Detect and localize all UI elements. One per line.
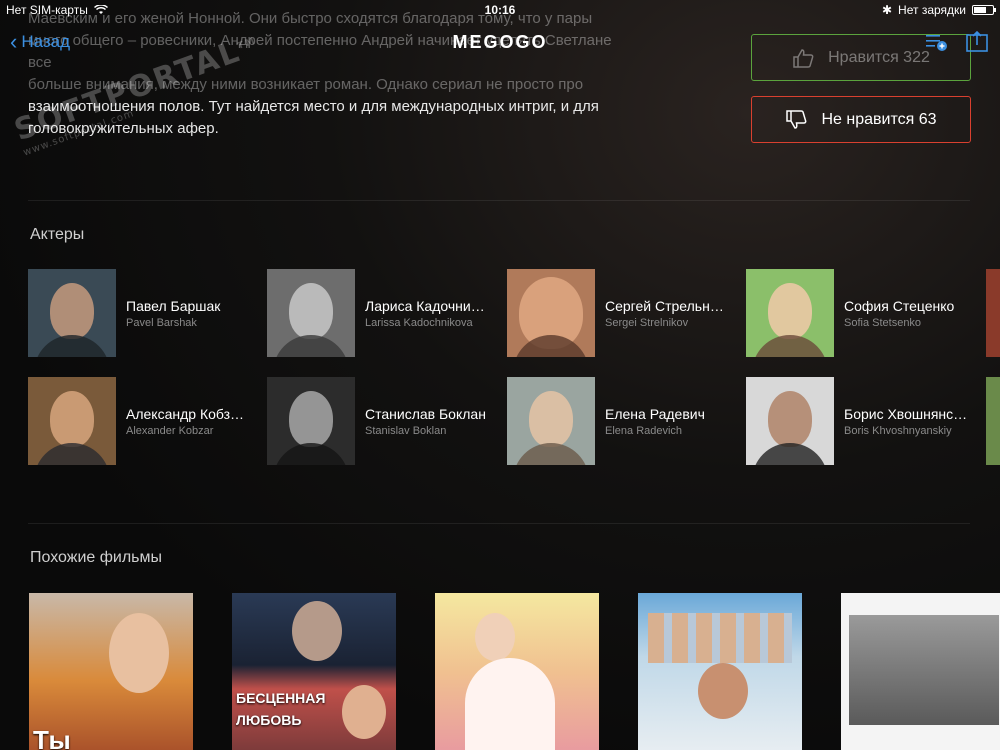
- actor-name: Лариса Кадочникова: [365, 297, 490, 314]
- actor-card[interactable]: Сергей Стрельников Sergei Strelnikov: [507, 269, 737, 357]
- actor-photo: [507, 269, 595, 357]
- actor-card[interactable]: Станислав Боклан Stanislav Boklan: [267, 377, 497, 465]
- dislike-label: Не нравится 63: [821, 110, 937, 128]
- actor-card[interactable]: София Стеценко Sofia Stetsenko: [746, 269, 976, 357]
- section-divider: [28, 200, 970, 201]
- actor-photo: [746, 377, 834, 465]
- actor-name: Александр Кобзарь: [126, 405, 251, 422]
- film-poster[interactable]: [841, 593, 1000, 750]
- poster-figure: [292, 601, 342, 661]
- back-button[interactable]: ‹ Назад: [10, 31, 70, 53]
- actor-card[interactable]: Александр Кобзарь Alexander Kobzar: [28, 377, 258, 465]
- actor-photo: [28, 269, 116, 357]
- actors-section-title: Актеры: [30, 226, 85, 243]
- poster-title: БЕСЦЕННАЯ ЛЮБОВЬ: [236, 690, 326, 728]
- poster-figure: [465, 658, 555, 750]
- actor-photo: [507, 377, 595, 465]
- description-line: взаимоотношения полов. Тут найдется мест…: [28, 98, 599, 115]
- actor-photo: [267, 269, 355, 357]
- actor-latin-name: Elena Radevich: [605, 424, 683, 437]
- status-time: 10:16: [484, 3, 516, 17]
- actor-photo: [746, 269, 834, 357]
- actor-latin-name: Alexander Kobzar: [126, 424, 214, 437]
- actor-latin-name: Boris Khvoshnyanskiy: [844, 424, 952, 437]
- charging-label: Нет зарядки: [898, 3, 966, 17]
- carrier-label: Нет SIM-карты: [6, 3, 88, 17]
- navigation-bar: ‹ Назад MEGOGO: [0, 20, 1000, 64]
- actor-photo: [267, 377, 355, 465]
- actor-latin-name: Larissa Kadochnikova: [365, 316, 473, 329]
- actor-card[interactable]: Борис Хвошнянский Boris Khvoshnyanskiy: [746, 377, 976, 465]
- dislike-button[interactable]: Не нравится 63: [751, 96, 971, 143]
- status-left: Нет SIM-карты: [6, 3, 108, 17]
- actor-name: Сергей Стрельников: [605, 297, 730, 314]
- actor-latin-name: Sergei Strelnikov: [605, 316, 689, 329]
- wifi-icon: [93, 5, 108, 14]
- actor-name: Станислав Боклан: [365, 405, 486, 422]
- actor-latin-name: Pavel Barshak: [126, 316, 197, 329]
- poster-title: Ты: [33, 725, 71, 750]
- share-icon[interactable]: [964, 30, 990, 54]
- description-line: головокружительных афер.: [28, 120, 219, 137]
- actor-name: София Стеценко: [844, 297, 955, 314]
- section-divider: [28, 523, 970, 524]
- film-poster[interactable]: Ты: [29, 593, 193, 750]
- status-right: ✱ Нет зарядки: [881, 3, 996, 17]
- film-poster[interactable]: БЕСЦЕННАЯ ЛЮБОВЬ: [232, 593, 396, 750]
- film-poster[interactable]: [435, 593, 599, 750]
- status-bar: Нет SIM-карты 10:16 ✱ Нет зарядки: [0, 0, 1000, 20]
- poster-figure: [475, 613, 515, 661]
- back-label: Назад: [21, 32, 71, 51]
- actor-name: Павел Баршак: [126, 297, 221, 314]
- actor-latin-name: Sofia Stetsenko: [844, 316, 922, 329]
- bluetooth-icon: ✱: [881, 3, 893, 17]
- poster-figure: [849, 615, 999, 725]
- poster-figure: [698, 663, 748, 719]
- thumbs-down-icon: [786, 109, 807, 129]
- actor-photo: [28, 377, 116, 465]
- chevron-left-icon: ‹: [10, 29, 18, 54]
- poster-figure: [109, 613, 169, 693]
- actor-card-partial[interactable]: [986, 377, 1000, 465]
- actor-card-partial[interactable]: [986, 269, 1000, 357]
- nav-actions: [924, 30, 990, 54]
- poster-figure: [342, 685, 386, 739]
- similar-section-title: Похожие фильмы: [30, 549, 163, 566]
- description-line: больше внимания, между ними возникает ро…: [28, 76, 584, 93]
- playlist-add-icon[interactable]: [924, 30, 950, 54]
- actor-card[interactable]: Елена Радевич Elena Radevich: [507, 377, 737, 465]
- actor-card[interactable]: Лариса Кадочникова Larissa Kadochnikova: [267, 269, 497, 357]
- brand-title: MEGOGO: [452, 31, 548, 52]
- poster-figure: [648, 613, 792, 663]
- actor-card[interactable]: Павел Баршак Pavel Barshak: [28, 269, 258, 357]
- film-poster[interactable]: [638, 593, 802, 750]
- actor-name: Елена Радевич: [605, 405, 705, 422]
- battery-icon: [972, 5, 996, 15]
- actor-name: Борис Хвошнянский: [844, 405, 969, 422]
- actor-latin-name: Stanislav Boklan: [365, 424, 447, 437]
